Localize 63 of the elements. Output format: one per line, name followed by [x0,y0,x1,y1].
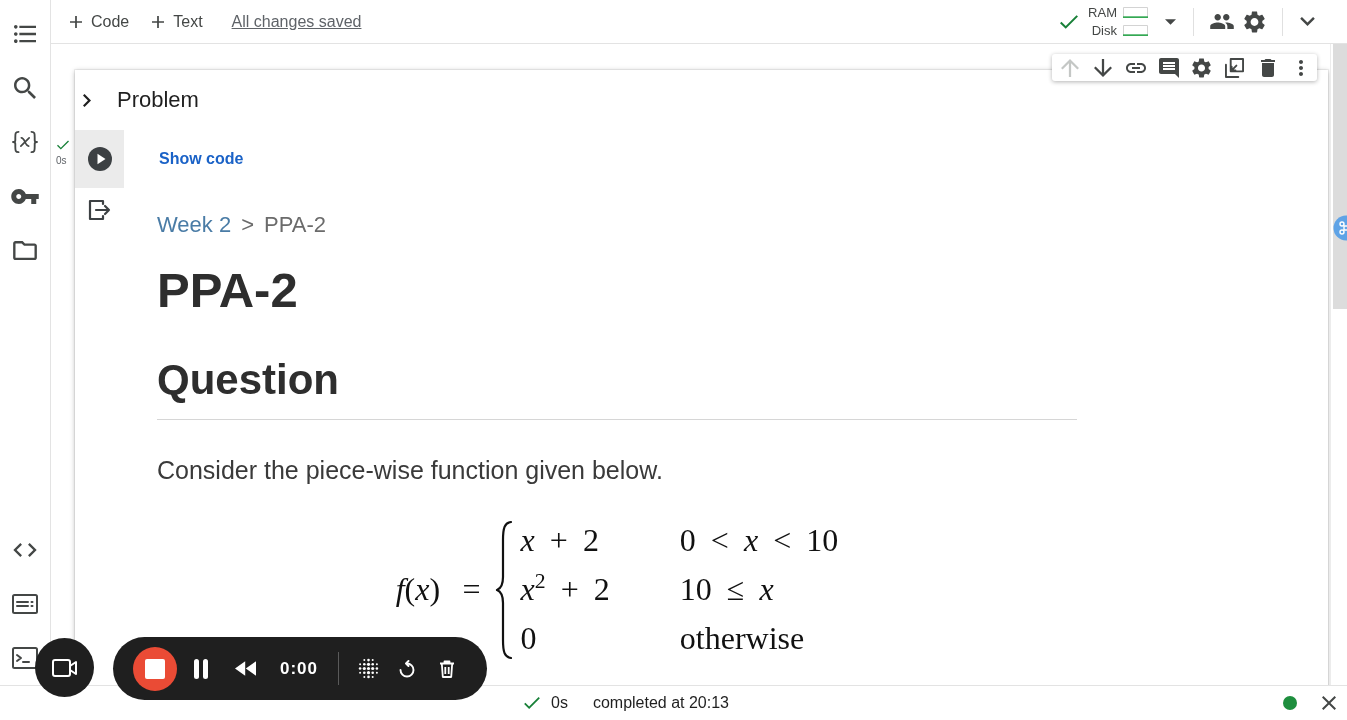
pause-icon[interactable] [194,658,208,679]
math-condition: otherwise [679,619,805,658]
dot-grid-icon[interactable] [358,658,380,679]
settings-icon[interactable] [1192,57,1211,78]
scrollbar-thumb[interactable] [1333,44,1347,309]
breadcrumb-link[interactable]: Week 2 [157,210,232,240]
section-title: Problem [117,87,199,113]
trash-icon[interactable] [439,659,456,678]
breadcrumb-separator: > [241,211,255,239]
settings-icon[interactable] [1244,10,1265,33]
terminal-icon[interactable] [12,647,38,669]
close-icon[interactable] [1322,696,1336,710]
meter-label: Disk [1091,24,1117,37]
add-cell-button[interactable]: Text [152,6,203,37]
dropdown-caret-icon[interactable] [1165,18,1176,25]
show-code-link[interactable]: Show code [159,150,244,168]
plus-icon [70,15,82,28]
folder-icon[interactable] [13,240,37,260]
list-icon[interactable] [14,25,36,43]
section-heading: Question [157,355,339,405]
save-status-link[interactable]: All changes saved [231,12,362,31]
chevron-down-icon[interactable] [1300,17,1315,26]
status-message: completed at 20:13 [592,694,729,712]
paragraph: Consider the piece-wise function given below. [157,455,663,486]
video-camera-icon [51,658,78,677]
box-arrow-icon[interactable] [1225,57,1244,78]
text-box-icon[interactable] [12,594,38,614]
usage-gauge-icon [1123,7,1148,18]
math-expression: 0 [520,619,537,658]
usage-gauge-icon [1123,25,1148,36]
stop-icon [145,658,165,679]
math-expression: x + 2 [520,521,599,560]
page-heading: PPA-2 [157,262,298,319]
search-icon[interactable] [14,77,36,99]
curly-braces-icon[interactable] [11,130,39,154]
undo-icon[interactable] [398,659,417,678]
code-icon[interactable] [13,543,37,557]
breadcrumb-item: PPA-2 [264,211,326,239]
meter-label: RAM [1088,6,1117,19]
curly-brace-icon [494,519,513,660]
stop-button[interactable] [133,646,177,691]
execution-time: 0s [56,155,67,167]
people-icon[interactable] [1210,14,1234,29]
more-vert-icon[interactable] [1298,59,1303,76]
trash-icon[interactable] [1260,58,1275,77]
add-cell-button[interactable]: Code [70,6,130,37]
math-condition: 0 < x < 10 [679,521,839,560]
execution-time: 0s [551,694,568,712]
math-expression: f(x) = [395,571,481,608]
command-key-icon [1333,215,1347,241]
comment-icon[interactable] [1158,57,1179,78]
key-icon[interactable] [11,188,39,204]
play-icon [87,147,112,171]
box-arrow-right-icon[interactable] [87,199,112,221]
link-icon[interactable] [1125,62,1146,73]
arrow-down-icon[interactable] [1093,58,1112,77]
math-condition: 10 ≤ x [679,570,774,609]
rewind-icon[interactable] [235,661,256,676]
recording-time: 0:00 [280,658,319,679]
run-button[interactable] [75,130,124,188]
plus-icon [152,15,165,28]
chevron-right-icon[interactable] [83,93,91,107]
math-expression: x$^{2}$ + 2 [520,568,610,609]
